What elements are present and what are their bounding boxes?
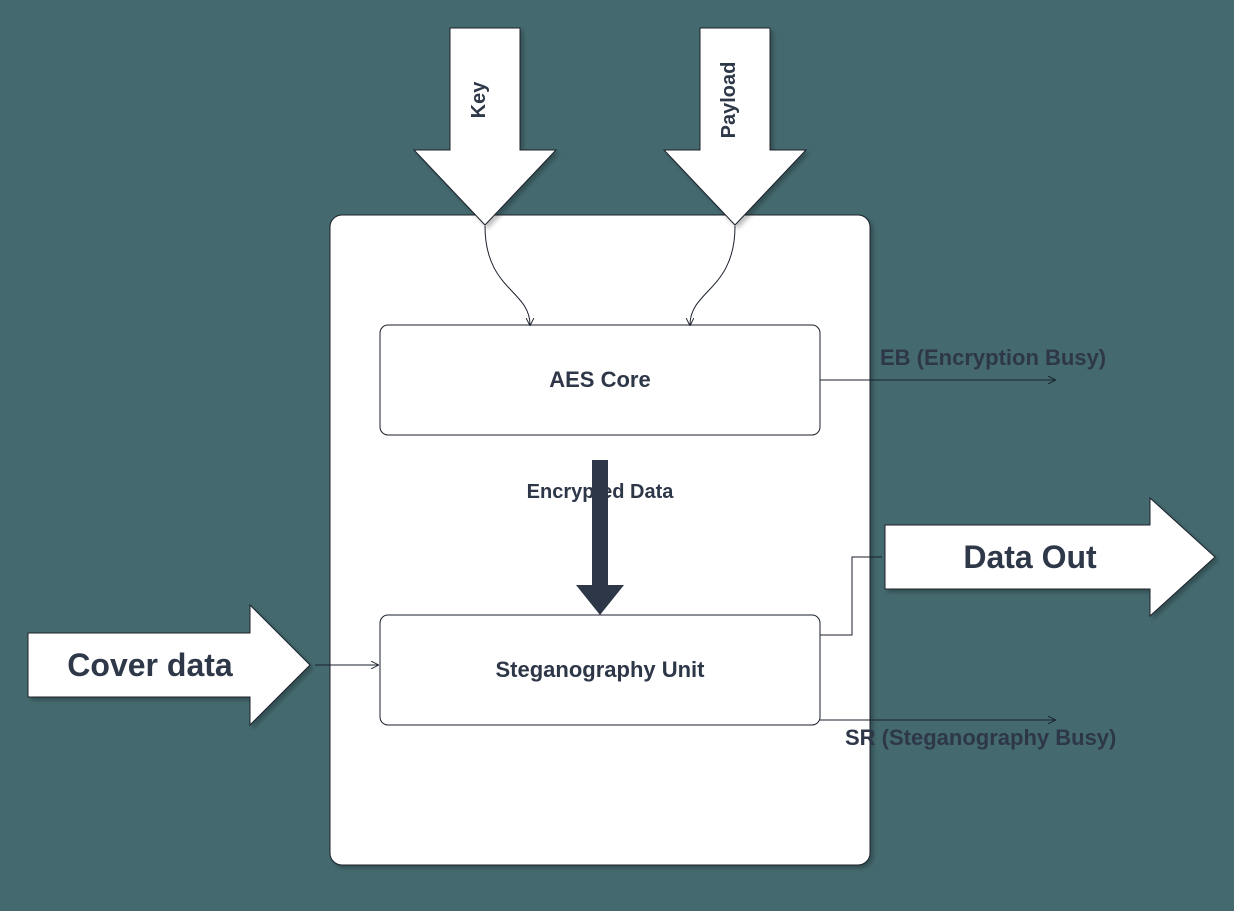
aes-core-label: AES Core: [549, 367, 650, 392]
data-out-arrow: Data Out: [885, 498, 1215, 616]
data-out-label: Data Out: [963, 539, 1097, 575]
key-label: Key: [468, 81, 490, 119]
encrypted-data-label: Encrypted Data: [527, 481, 675, 503]
payload-input-arrow: Payload: [664, 28, 806, 225]
steg-unit-label: Steganography Unit: [495, 657, 705, 682]
cover-data-label: Cover data: [67, 647, 233, 683]
sr-signal-label: SR (Steganography Busy): [845, 725, 1116, 750]
payload-label: Payload: [718, 62, 740, 139]
eb-signal-label: EB (Encryption Busy): [880, 345, 1106, 370]
cover-data-arrow: Cover data: [28, 605, 310, 725]
key-input-arrow: Key: [414, 28, 556, 225]
